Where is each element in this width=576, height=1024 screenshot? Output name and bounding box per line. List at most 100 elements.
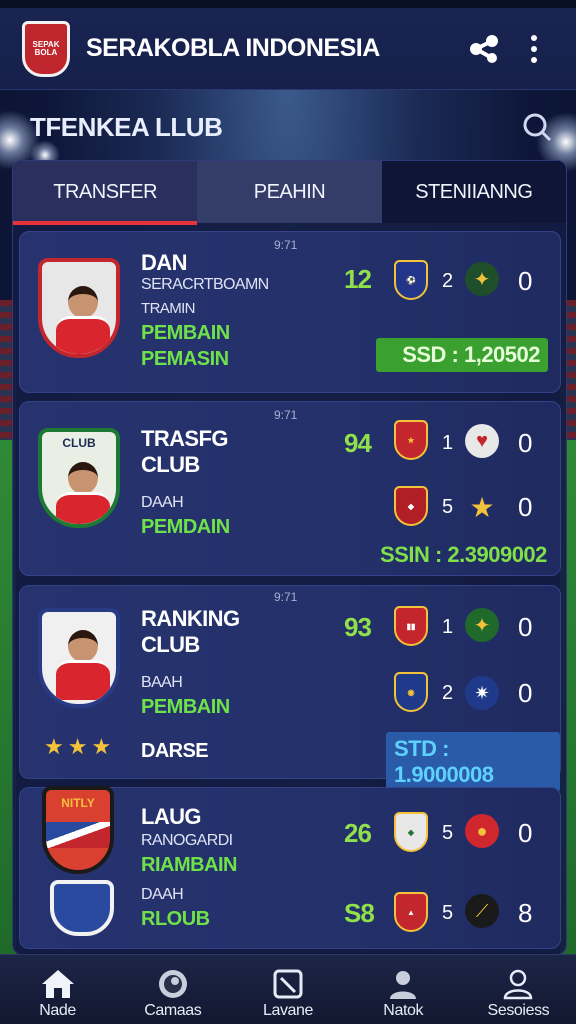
nav-games[interactable]: Camaas (115, 955, 230, 1024)
club-subtitle: RANOGARDI (141, 832, 233, 849)
club-card[interactable]: NITLY LAUG RANOGARDI RIAMBAIN DAAH RLOUB… (19, 786, 561, 949)
club-name: DAN (141, 250, 187, 275)
match-time: 9:71 (274, 238, 298, 252)
club-card[interactable]: CLUB 9:71 TRASFG CLUB DAAH PEMDAIN 94 ★ … (19, 401, 561, 576)
team-badge: ◈ (394, 812, 428, 852)
crest-text: NITLY (61, 796, 95, 810)
team-badge: ▮▮ (394, 606, 428, 646)
club-name-line2: CLUB (141, 452, 200, 477)
club-crest-small (50, 880, 114, 936)
player-label: PEMBAIN (141, 322, 230, 344)
ball-icon (153, 966, 193, 1002)
nav-label: Lavane (262, 1002, 314, 1019)
tab-transfer[interactable]: TRANSFER (13, 161, 198, 225)
share-icon[interactable] (464, 29, 504, 69)
app-logo-text: SEPAK BOLA (32, 39, 60, 57)
club-name: LAUG (141, 804, 202, 829)
score: 26 (344, 818, 372, 848)
home-icon (38, 966, 78, 1002)
team-badge: ★ (394, 420, 428, 460)
club-label: DAAH (141, 886, 184, 903)
club-name: TRASFG (141, 426, 228, 451)
app-title: SERAKOBLA INDONESIA (86, 34, 380, 62)
bottom-nav: Nade Camaas Lavane Natok Sesoiess (0, 954, 576, 1024)
team-badge: ◉ (394, 672, 428, 712)
team-emblem: ✷ (465, 676, 499, 710)
team-badge: ▲ (394, 892, 428, 932)
goal-count: 5 (442, 496, 454, 518)
player-label: PEMDAIN (141, 516, 230, 538)
club-crest: CLUB (38, 428, 120, 528)
star-icon: ★ (469, 491, 495, 523)
club-card[interactable]: 9:71 DAN SERACRTBOAMN TRAMIN PEMBAIN PEM… (19, 231, 561, 393)
pitch-icon (268, 966, 308, 1002)
club-crest: NITLY (42, 786, 114, 874)
team-emblem: ✦ (465, 262, 499, 296)
goal-count: 1 (442, 616, 454, 638)
nav-label: Camaas (144, 1002, 202, 1019)
team-badge: ◆ (394, 486, 428, 526)
match-time: 9:71 (274, 408, 298, 422)
result-value: 0 (518, 818, 533, 848)
result-value: 0 (518, 266, 533, 296)
goal-count: 2 (442, 270, 454, 292)
nav-label: Sesoiess (487, 1002, 550, 1019)
club-subtitle: SERACRTBOAMN (141, 276, 269, 293)
tab-pemain[interactable]: PEAHIN (197, 161, 382, 223)
transfer-price: SSD : 1,20502 (376, 338, 548, 372)
club-crest (38, 258, 120, 358)
club-name: RANKING (141, 606, 240, 631)
nav-home[interactable]: Nade (0, 955, 115, 1024)
status-bar (0, 0, 576, 8)
club-extra: DARSE (141, 740, 209, 762)
score: 12 (344, 264, 372, 294)
club-panel: TRANSFER PEAHIN STENIIANNG 9:71 DAN SERA… (12, 160, 567, 955)
result-value: 0 (518, 612, 533, 642)
goal-count: 5 (442, 902, 454, 924)
app-bar: SEPAK BOLA SERAKOBLA INDONESIA (0, 8, 576, 90)
team-emblem: ✦ (465, 608, 499, 642)
transfer-price: STD : 1.9000008 (386, 732, 560, 792)
match-time: 9:71 (274, 590, 298, 604)
app-logo[interactable]: SEPAK BOLA (22, 20, 70, 77)
result-value: 0 (518, 428, 533, 458)
rating-stars: ★★★ (44, 734, 116, 759)
goal-count: 1 (442, 432, 454, 454)
crest-text: CLUB (62, 436, 96, 450)
club-subtitle: DAAH (141, 494, 184, 511)
tab-bar: TRANSFER PEAHIN STENIIANNG (13, 161, 566, 225)
goal-count: 5 (442, 822, 454, 844)
player-label: RLOUB (141, 908, 210, 930)
player-label: RIAMBAIN (141, 854, 238, 876)
player-label: PEMASIN (141, 348, 229, 370)
nav-label: Natok (383, 1002, 424, 1019)
player-label: PEMBAIN (141, 696, 230, 718)
result-value: 8 (518, 898, 533, 928)
transfer-price: SSIN : 2.3909002 (380, 542, 547, 567)
more-vertical-icon[interactable] (514, 29, 554, 69)
result-value: 0 (518, 492, 533, 522)
club-subtitle: BAAH (141, 674, 183, 691)
team-emblem: ● (465, 814, 499, 848)
nav-label: Nade (39, 1002, 76, 1019)
club-label: TRAMIN (141, 300, 196, 317)
result-value: 0 (518, 678, 533, 708)
user-icon (498, 966, 538, 1002)
nav-profile[interactable]: Sesoiess (461, 955, 576, 1024)
goal-count: 2 (442, 682, 454, 704)
club-card[interactable]: ★★★ 9:71 RANKING CLUB BAAH PEMBAIN DARSE… (19, 585, 561, 792)
score: 94 (344, 428, 372, 458)
team-badge: ⚽ (394, 260, 428, 300)
nav-player[interactable]: Natok (346, 955, 461, 1024)
team-emblem: ⟋ (465, 894, 499, 928)
score: S8 (344, 898, 375, 928)
team-emblem: ♥ (465, 424, 499, 458)
section-title: TFENKEA LLUB (30, 112, 223, 142)
club-crest (38, 608, 120, 708)
nav-league[interactable]: Lavane (230, 955, 345, 1024)
score: 93 (344, 612, 372, 642)
search-icon[interactable] (520, 110, 554, 144)
club-name-line2: CLUB (141, 632, 200, 657)
tab-standing[interactable]: STENIIANNG (381, 161, 566, 223)
person-icon (383, 966, 423, 1002)
